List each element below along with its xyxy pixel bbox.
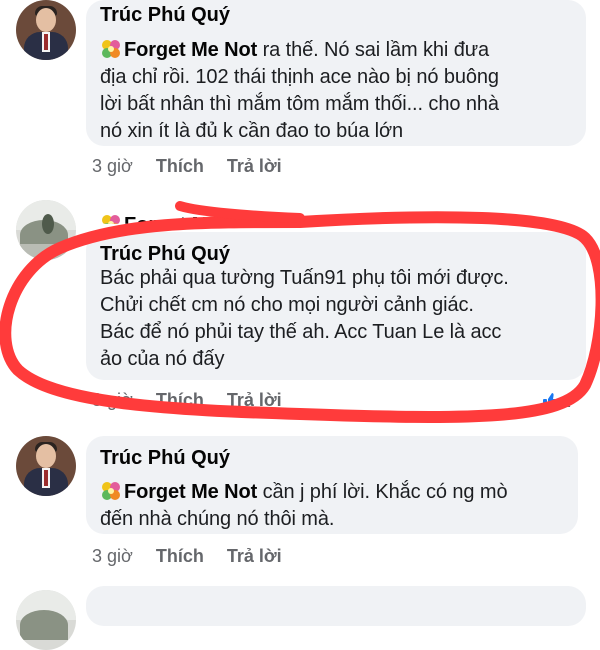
avatar[interactable] [16, 200, 76, 260]
reply-button[interactable]: Trả lời [227, 546, 282, 566]
comment-actions: 3 giờ Thích Trả lời [92, 156, 282, 177]
comment-text: ra thế. Nó sai lầm khi đưa [257, 39, 490, 61]
comment-text-line: Chửi chết cm nó cho mọi người cảnh giác. [100, 294, 474, 316]
like-button[interactable]: Thích [156, 546, 204, 566]
avatar[interactable] [16, 0, 76, 60]
like-button[interactable]: Thích [156, 390, 204, 410]
comment-text-line: lời bất nhân thì mắm tôm mắm thối... cho… [100, 93, 499, 115]
comment-text-line: ảo của nó đấy [100, 348, 225, 370]
comment-text-line: Forget Me Not cần j phí lời. Khắc có ng … [100, 480, 508, 504]
comment-text-line: Forget Me Not ra thế. Nó sai lầm khi đưa [100, 38, 489, 62]
comment-actions: 3 giờ Thích Trả lời [92, 546, 282, 567]
avatar[interactable] [16, 436, 76, 496]
comment-author[interactable]: Trúc Phú Quý [100, 447, 230, 470]
timestamp[interactable]: 3 giờ [92, 546, 133, 566]
mention-link[interactable]: Forget Me Not [124, 481, 257, 503]
reply-button[interactable]: Trả lời [227, 156, 282, 176]
mention-link[interactable]: Forget Me Not [124, 39, 257, 61]
comment-text-line: Bác phải qua tường Tuấn91 phụ tôi mới đư… [100, 267, 509, 289]
flower-sticker-icon [102, 482, 120, 500]
timestamp[interactable]: 3 giờ [92, 390, 133, 410]
reaction-count[interactable]: 2 [542, 392, 571, 412]
comment-text-line: địa chỉ rồi. 102 thái thịnh ace nào bị n… [100, 66, 499, 88]
comment-bubble [86, 586, 586, 626]
comment-text-line: Bác để nó phủi tay thế ah. Acc Tuan Le l… [100, 321, 502, 343]
like-thumb-icon [543, 393, 560, 409]
comment-text: cần j phí lời. Khắc có ng mò [257, 481, 508, 503]
timestamp[interactable]: 3 giờ [92, 156, 133, 176]
comment-text-line: nó xin ít là đủ k cần đao to búa lớn [100, 120, 404, 142]
avatar[interactable] [16, 590, 76, 650]
comment-author[interactable]: Trúc Phú Quý [100, 4, 230, 27]
like-button[interactable]: Thích [156, 156, 204, 176]
comment-text-line: đến nhà chúng nó thôi mà. [100, 508, 335, 530]
reply-button[interactable]: Trả lời [227, 390, 282, 410]
flower-sticker-icon [102, 40, 120, 58]
comment-author[interactable]: Trúc Phú Quý [100, 243, 230, 266]
comment-actions: 3 giờ Thích Trả lời [92, 390, 282, 411]
